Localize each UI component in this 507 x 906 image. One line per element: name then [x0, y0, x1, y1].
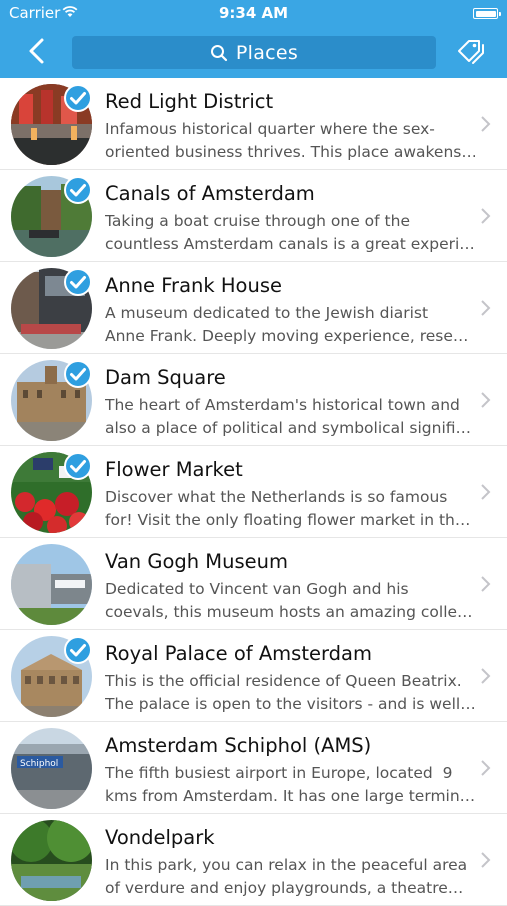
status-bar: Carrier 9:34 AM	[0, 0, 507, 28]
place-description: Taking a boat cruise through one of the …	[105, 212, 475, 253]
chevron-right-icon	[481, 300, 491, 316]
back-button[interactable]	[22, 35, 54, 67]
search-bar-label: Places	[235, 41, 299, 64]
list-item-canals-of-amsterdam[interactable]: Canals of Amsterdam Taking a boat cruise…	[0, 170, 507, 262]
place-description: Infamous historical quarter where the se…	[105, 120, 475, 161]
place-title: Vondelpark	[105, 826, 215, 849]
place-thumbnail	[11, 820, 92, 901]
place-description: A museum dedicated to the Jewish diarist…	[105, 304, 469, 345]
navigation-header: Carrier 9:34 AM Places	[0, 0, 507, 78]
place-description: Discover what the Netherlands is so famo…	[105, 488, 471, 529]
place-title: Anne Frank House	[105, 274, 282, 297]
chevron-right-icon	[481, 668, 491, 684]
list-item-van-gogh-museum[interactable]: Van Gogh Museum Dedicated to Vincent van…	[0, 538, 507, 630]
chevron-right-icon	[481, 760, 491, 776]
place-thumbnail	[11, 544, 92, 625]
chevron-right-icon	[481, 576, 491, 592]
places-list: Red Light District Infamous historical q…	[0, 78, 507, 906]
place-title: Red Light District	[105, 90, 274, 113]
checkmark-badge-icon	[64, 268, 92, 296]
search-bar[interactable]: Places	[72, 36, 436, 69]
chevron-right-icon	[481, 392, 491, 408]
battery-icon	[473, 8, 501, 19]
list-item-royal-palace-of-amsterdam[interactable]: Royal Palace of Amsterdam This is the of…	[0, 630, 507, 722]
list-item-red-light-district[interactable]: Red Light District Infamous historical q…	[0, 78, 507, 170]
place-description: The heart of Amsterdam's historical town…	[105, 396, 472, 437]
place-description: In this park, you can relax in the peace…	[105, 856, 468, 897]
place-description: Dedicated to Vincent van Gogh and his co…	[105, 580, 473, 621]
tags-icon[interactable]	[454, 37, 488, 67]
list-item-amsterdam-schiphol[interactable]: Schiphol Amsterdam Schiphol (AMS) The fi…	[0, 722, 507, 814]
list-item-dam-square[interactable]: Dam Square The heart of Amsterdam's hist…	[0, 354, 507, 446]
chevron-right-icon	[481, 484, 491, 500]
place-title: Amsterdam Schiphol (AMS)	[105, 734, 372, 757]
place-title: Flower Market	[105, 458, 243, 481]
schiphol-sign-text: Schiphol	[20, 759, 58, 769]
place-thumbnail: Schiphol	[11, 728, 92, 809]
place-title: Royal Palace of Amsterdam	[105, 642, 372, 665]
list-item-vondelpark[interactable]: Vondelpark In this park, you can relax i…	[0, 814, 507, 906]
place-description: This is the official residence of Queen …	[105, 672, 475, 713]
checkmark-badge-icon	[64, 452, 92, 480]
search-icon	[210, 44, 227, 61]
place-title: Canals of Amsterdam	[105, 182, 315, 205]
checkmark-badge-icon	[64, 636, 92, 664]
place-title: Van Gogh Museum	[105, 550, 289, 573]
place-title: Dam Square	[105, 366, 226, 389]
chevron-right-icon	[481, 208, 491, 224]
list-item-anne-frank-house[interactable]: Anne Frank House A museum dedicated to t…	[0, 262, 507, 354]
list-item-flower-market[interactable]: Flower Market Discover what the Netherla…	[0, 446, 507, 538]
status-time: 9:34 AM	[218, 4, 289, 22]
place-description: The fifth busiest airport in Europe, loc…	[105, 764, 475, 805]
checkmark-badge-icon	[64, 360, 92, 388]
checkmark-badge-icon	[64, 176, 92, 204]
chevron-right-icon	[481, 852, 491, 868]
chevron-right-icon	[481, 116, 491, 132]
checkmark-badge-icon	[64, 84, 92, 112]
